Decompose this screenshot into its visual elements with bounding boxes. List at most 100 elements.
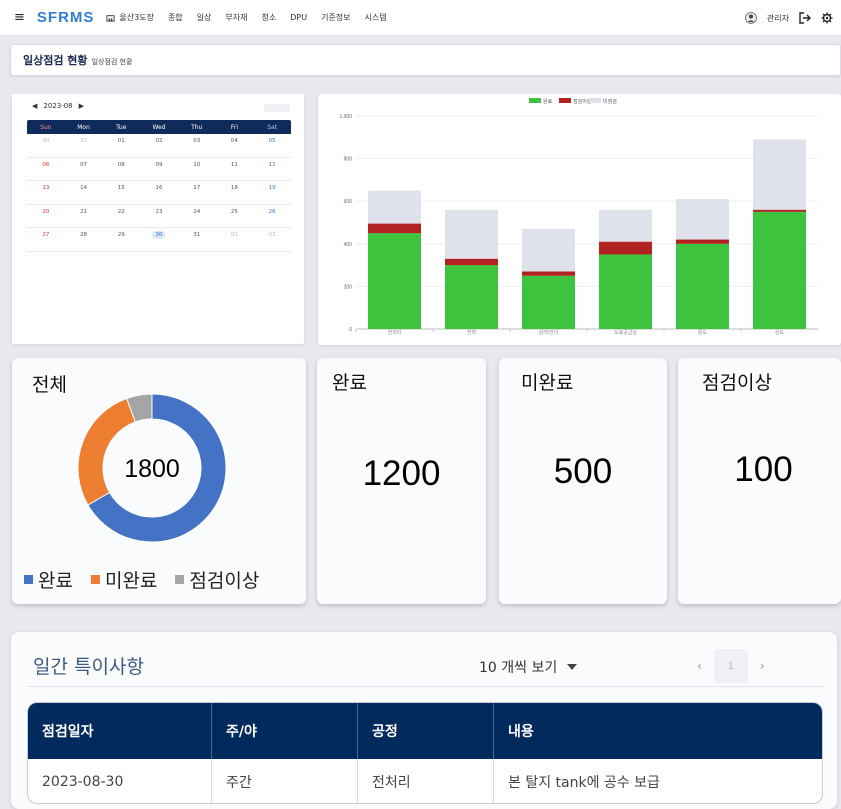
calendar-day-number: 06 [42, 161, 50, 168]
nav-item-summary[interactable]: 종합 [168, 12, 183, 23]
nav-item-system[interactable]: 시스템 [365, 12, 387, 23]
plant-selector[interactable]: 울산3도장 [106, 12, 154, 23]
calendar-day-number: 24 [193, 208, 201, 215]
daily-notice-panel: 일간 특이사항 10 개씩 보기 ‹ 1 › 점검일자 주/야 공정 내용 20… [11, 632, 837, 809]
bar-segment-미점검 [676, 199, 729, 240]
calendar-day-number: 30 [152, 231, 166, 239]
calendar-day[interactable]: 16 [140, 181, 178, 204]
calendar-day-number: 20 [42, 208, 50, 215]
calendar-day[interactable]: 31 [65, 134, 103, 157]
column-header-date[interactable]: 점검일자 [28, 703, 212, 759]
column-header-content[interactable]: 내용 [494, 703, 822, 759]
calendar-day[interactable]: 20 [27, 205, 65, 228]
per-page-select[interactable]: 10 개씩 보기 [479, 657, 578, 677]
calendar-day[interactable]: 23 [140, 205, 178, 228]
dropdown-arrow-icon [567, 664, 578, 670]
settings-gear-icon[interactable] [821, 12, 833, 24]
calendar-day[interactable]: 09 [140, 158, 178, 181]
legend-item-abnormal: 점검이상 [175, 566, 259, 593]
calendar-weekday-header: Sun Mon Tue Wed Thu Fri Sat [27, 120, 291, 134]
weekday-label: Fri [230, 123, 238, 131]
calendar-day[interactable]: 30 [27, 134, 65, 157]
calendar-day[interactable]: 15 [102, 181, 140, 204]
nav-item-daily[interactable]: 일상 [197, 12, 212, 23]
calendar-day[interactable]: 30 [140, 228, 178, 251]
bar-segment-점검이상 [368, 223, 421, 234]
calendar-day-number: 19 [268, 185, 276, 191]
factory-icon [106, 15, 115, 22]
calendar-day[interactable]: 27 [27, 228, 65, 251]
logout-icon[interactable] [799, 12, 811, 24]
user-name[interactable]: 관리자 [767, 13, 789, 24]
calendar-day-number: 16 [155, 185, 163, 191]
calendar-day-number: 02 [155, 138, 163, 144]
legend-swatch [589, 98, 601, 103]
calendar-day[interactable]: 18 [216, 181, 254, 204]
calendar-day[interactable]: 10 [178, 158, 216, 181]
calendar-day[interactable]: 31 [178, 228, 216, 251]
calendar-day-number: 29 [117, 232, 125, 238]
calendar-day[interactable]: 24 [178, 205, 216, 228]
nav-item-master-data[interactable]: 기준정보 [321, 12, 350, 23]
table-row[interactable]: 2023-08-30 주간 전처리 본 탈지 tank에 공수 보급 [28, 759, 822, 803]
calendar-day[interactable]: 12 [253, 158, 291, 181]
x-tick-label: 중도 [698, 330, 708, 336]
column-header-process[interactable]: 공정 [358, 703, 494, 759]
next-page-icon[interactable]: › [760, 659, 765, 673]
calendar-day[interactable]: 07 [65, 158, 103, 181]
legend-swatch [24, 575, 33, 584]
calendar-day-number: 10 [193, 161, 201, 168]
calendar-day-number: 27 [42, 232, 50, 238]
calendar-day[interactable]: 05 [253, 134, 291, 157]
calendar-day[interactable]: 29 [102, 228, 140, 251]
calendar-day-number: 11 [230, 161, 238, 168]
x-tick-label: 전착 [467, 329, 477, 336]
calendar-day[interactable]: 14 [65, 181, 103, 204]
calendar-day[interactable]: 04 [216, 134, 254, 157]
app-logo[interactable]: SFRMS [37, 9, 95, 26]
calendar-day[interactable]: 06 [27, 158, 65, 181]
calendar-day[interactable]: 13 [27, 181, 65, 204]
prev-page-icon[interactable]: ‹ [697, 659, 702, 673]
calendar-day-number: 23 [155, 208, 163, 215]
calendar-day[interactable]: 03 [178, 134, 216, 157]
next-month-icon[interactable]: ▶ [79, 102, 84, 110]
calendar-day[interactable]: 01 [102, 134, 140, 157]
calendar-day[interactable]: 11 [216, 158, 254, 181]
calendar-day[interactable]: 02 [140, 134, 178, 157]
calendar-day-number: 15 [117, 185, 125, 191]
abnormal-count: 100 [734, 450, 793, 489]
total-summary-card: 전체 1800 완료 미완료 점검이상 [12, 358, 306, 604]
bar-segment-점검이상 [676, 239, 729, 244]
hamburger-menu-icon[interactable]: ≡ [14, 10, 25, 25]
nav-item-cleaning[interactable]: 청소 [262, 12, 277, 23]
calendar-today-button[interactable] [264, 104, 290, 112]
calendar-day-number: 07 [80, 161, 88, 168]
calendar-day-number: 09 [155, 161, 163, 168]
calendar-day[interactable]: 17 [178, 181, 216, 204]
process-bar-chart-card: 0 200 400 600 800 1,000 전처리 전착 실러/언더 도료공급실 중도 상도 완료 점… [318, 94, 841, 345]
prev-month-icon[interactable]: ◀ [32, 102, 37, 110]
nav-item-dpu[interactable]: DPU [290, 13, 307, 22]
calendar-day[interactable]: 26 [253, 205, 291, 228]
calendar-day[interactable]: 02 [253, 228, 291, 251]
calendar-day[interactable]: 22 [102, 205, 140, 228]
weekday-label: Mon [77, 123, 90, 131]
breadcrumb: 일상점검 현황 [91, 57, 133, 66]
calendar-day[interactable]: 25 [216, 205, 254, 228]
stacked-bar-chart: 0 200 400 600 800 1,000 전처리 전착 실러/언더 도료공급실 중도 상도 완료 점… [339, 98, 818, 336]
y-tick-label: 200 [344, 284, 353, 290]
y-tick-label: 1,000 [339, 114, 352, 120]
calendar-day[interactable]: 21 [65, 205, 103, 228]
calendar-day[interactable]: 28 [65, 228, 103, 251]
calendar-day[interactable]: 08 [102, 158, 140, 181]
page-number-button[interactable]: 1 [713, 649, 748, 683]
y-tick-label: 0 [349, 327, 352, 333]
nav-item-materials[interactable]: 부자재 [225, 12, 247, 23]
column-header-shift[interactable]: 주/야 [212, 703, 358, 759]
calendar-day[interactable]: 01 [216, 228, 254, 251]
calendar-day[interactable]: 19 [253, 181, 291, 204]
user-avatar-icon[interactable] [745, 11, 757, 25]
calendar-day-number: 05 [268, 138, 276, 144]
complete-count-card: 완료 1200 [317, 358, 486, 604]
